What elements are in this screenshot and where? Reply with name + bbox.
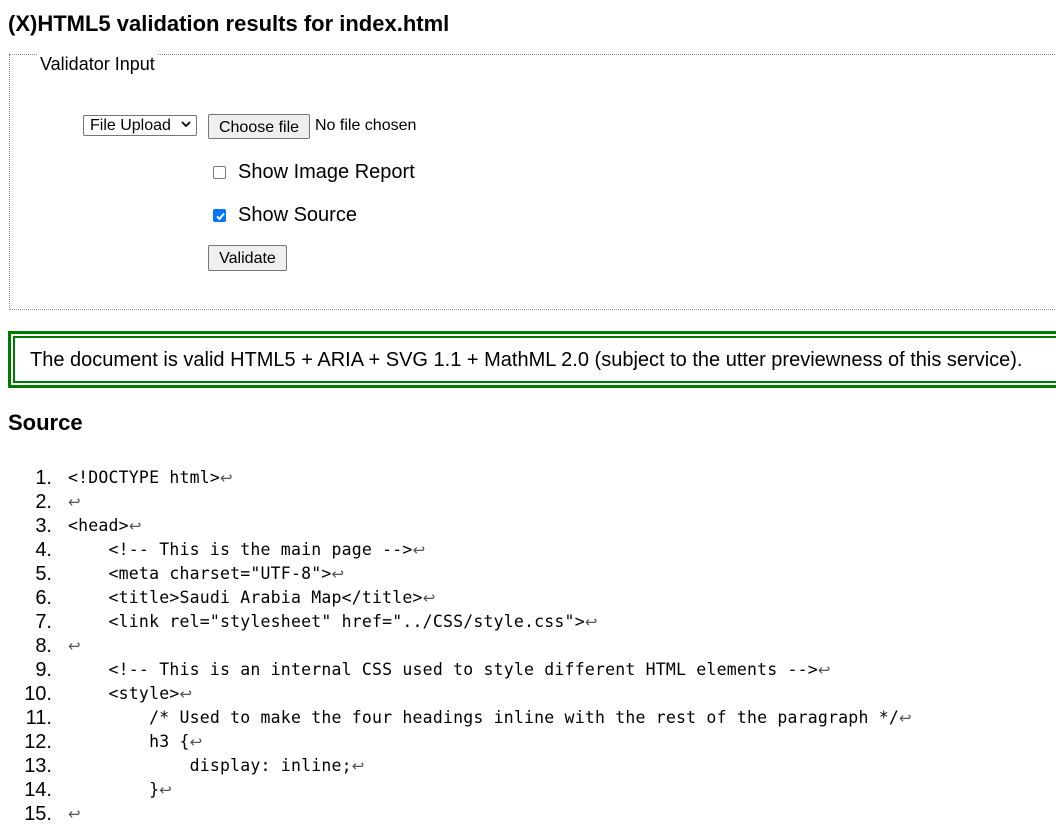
line-number: 4. xyxy=(35,539,52,561)
line-code: display: inline;↩ xyxy=(68,754,365,778)
line-return-icon: ↩ xyxy=(128,517,142,535)
line-number: 10. xyxy=(24,683,52,705)
source-line: 5. <meta charset="UTF-8">↩ xyxy=(0,562,912,586)
choose-file-button[interactable]: Choose file xyxy=(208,114,310,139)
line-return-icon: ↩ xyxy=(584,613,598,631)
line-code: <title>Saudi Arabia Map</title>↩ xyxy=(68,586,436,610)
source-line: 8. ↩ xyxy=(0,634,912,658)
source-line: 15. ↩ xyxy=(0,802,912,826)
source-line: 10. <style>↩ xyxy=(0,682,912,706)
line-number: 14. xyxy=(24,779,52,801)
line-text: <!-- This is an internal CSS used to sty… xyxy=(68,660,818,679)
line-return-icon: ↩ xyxy=(422,589,436,607)
line-text: } xyxy=(68,780,160,799)
line-number: 13. xyxy=(24,755,52,777)
line-return-icon: ↩ xyxy=(68,493,81,511)
line-number: 12. xyxy=(24,731,52,753)
line-text: <meta charset="UTF-8"> xyxy=(68,564,332,583)
source-line: 12. h3 {↩ xyxy=(0,730,912,754)
input-mode-select[interactable]: File Upload xyxy=(83,115,197,136)
line-code: <!-- This is the main page -->↩ xyxy=(68,538,426,562)
line-text: <!-- This is the main page --> xyxy=(68,540,413,559)
line-code: ↩ xyxy=(68,634,81,658)
line-text: h3 { xyxy=(68,732,190,751)
line-return-icon: ↩ xyxy=(189,733,203,751)
line-number: 9. xyxy=(35,659,52,681)
line-text: <!DOCTYPE html> xyxy=(68,468,221,487)
line-code: h3 {↩ xyxy=(68,730,202,754)
source-line: 2. ↩ xyxy=(0,490,912,514)
line-text: display: inline; xyxy=(68,756,352,775)
source-line: 6. <title>Saudi Arabia Map</title>↩ xyxy=(0,586,912,610)
line-code: /* Used to make the four headings inline… xyxy=(68,706,912,730)
line-number: 2. xyxy=(35,491,52,513)
show-source-label: Show Source xyxy=(238,204,357,226)
validator-input-fieldset xyxy=(9,54,1056,310)
line-code: ↩ xyxy=(68,490,81,514)
line-number: 8. xyxy=(35,635,52,657)
source-line: 3. <head>↩ xyxy=(0,514,912,538)
line-text: <head> xyxy=(68,516,129,535)
line-code: <style>↩ xyxy=(68,682,193,706)
show-source-option[interactable]: Show Source xyxy=(213,204,357,226)
line-code: ↩ xyxy=(68,802,81,826)
line-return-icon: ↩ xyxy=(220,469,233,487)
line-return-icon: ↩ xyxy=(817,661,831,679)
source-line: 9. <!-- This is an internal CSS used to … xyxy=(0,658,912,682)
line-return-icon: ↩ xyxy=(898,709,912,727)
line-return-icon: ↩ xyxy=(412,541,426,559)
source-listing: 1. <!DOCTYPE html>↩ 2. ↩ 3. <head>↩ 4. <!-- Th… xyxy=(0,466,912,826)
line-number: 7. xyxy=(35,611,52,633)
line-return-icon: ↩ xyxy=(68,805,81,823)
line-code: <meta charset="UTF-8">↩ xyxy=(68,562,345,586)
line-return-icon: ↩ xyxy=(68,637,81,655)
line-number: 3. xyxy=(35,515,52,537)
line-code: <head>↩ xyxy=(68,514,142,538)
line-text: <title>Saudi Arabia Map</title> xyxy=(68,588,423,607)
line-number: 1. xyxy=(35,467,52,489)
page-title: (X)HTML5 validation results for index.ht… xyxy=(8,11,450,36)
chevron-down-icon xyxy=(181,116,191,128)
show-image-report-option[interactable]: Show Image Report xyxy=(213,161,415,183)
validation-result-box: The document is valid HTML5 + ARIA + SVG… xyxy=(8,331,1056,388)
source-line: 1. <!DOCTYPE html>↩ xyxy=(0,466,912,490)
file-status-text: No file chosen xyxy=(315,117,417,134)
input-mode-selected: File Upload xyxy=(90,117,171,134)
source-line: 11. /* Used to make the four headings in… xyxy=(0,706,912,730)
line-code: <!DOCTYPE html>↩ xyxy=(68,466,233,490)
line-code: <!-- This is an internal CSS used to sty… xyxy=(68,658,831,682)
line-return-icon: ↩ xyxy=(331,565,345,583)
line-return-icon: ↩ xyxy=(351,757,365,775)
source-line: 4. <!-- This is the main page -->↩ xyxy=(0,538,912,562)
line-code: }↩ xyxy=(68,778,172,802)
validator-input-legend: Validator Input xyxy=(38,53,157,75)
validation-result-message: The document is valid HTML5 + ARIA + SVG… xyxy=(13,336,1056,383)
show-image-report-checkbox[interactable] xyxy=(213,165,226,179)
line-number: 5. xyxy=(35,563,52,585)
checkmark-icon xyxy=(216,212,225,220)
source-heading: Source xyxy=(8,410,83,435)
line-text: <style> xyxy=(68,684,180,703)
line-return-icon: ↩ xyxy=(179,685,193,703)
line-number: 11. xyxy=(25,707,52,729)
show-image-report-label: Show Image Report xyxy=(238,161,415,183)
source-line: 7. <link rel="stylesheet" href="../CSS/s… xyxy=(0,610,912,634)
line-number: 15. xyxy=(24,803,52,825)
source-line: 14. }↩ xyxy=(0,778,912,802)
show-source-checkbox[interactable] xyxy=(213,208,226,222)
line-text: /* Used to make the four headings inline… xyxy=(68,708,899,727)
line-number: 6. xyxy=(35,587,52,609)
line-text: <link rel="stylesheet" href="../CSS/styl… xyxy=(68,612,585,631)
line-code: <link rel="stylesheet" href="../CSS/styl… xyxy=(68,610,598,634)
validate-button[interactable]: Validate xyxy=(208,245,287,271)
line-return-icon: ↩ xyxy=(159,781,172,799)
source-line: 13. display: inline;↩ xyxy=(0,754,912,778)
